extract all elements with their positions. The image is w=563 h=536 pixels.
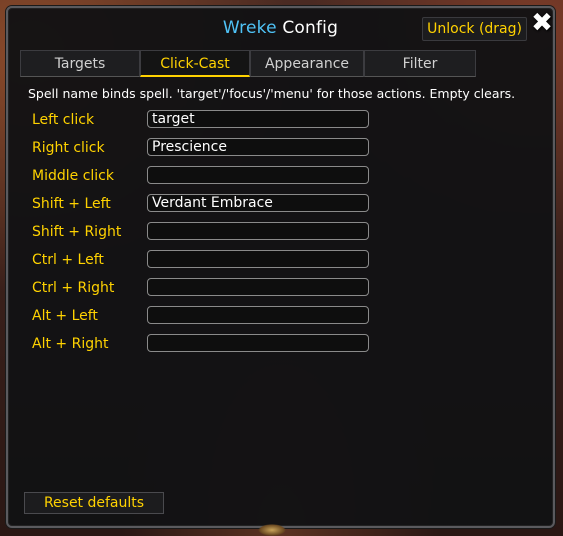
title-addon-name: Wreke xyxy=(222,18,277,38)
close-icon[interactable]: ✖ xyxy=(529,10,555,36)
title-bar[interactable]: Wreke Config Unlock (drag) ✖ xyxy=(8,8,553,44)
binding-label: Alt + Right xyxy=(32,336,109,352)
binding-label: Right click xyxy=(32,140,105,156)
binding-label: Ctrl + Left xyxy=(32,252,104,268)
reset-defaults-button[interactable]: Reset defaults xyxy=(24,492,164,514)
unlock-drag-button[interactable]: Unlock (drag) xyxy=(422,17,527,41)
config-window: Wreke Config Unlock (drag) ✖ Targets Cli… xyxy=(6,6,555,528)
tab-bar: Targets Click-Cast Appearance Filter xyxy=(20,50,542,78)
tab-filter[interactable]: Filter xyxy=(364,50,476,77)
binding-label: Left click xyxy=(32,112,95,128)
binding-label: Ctrl + Right xyxy=(32,280,115,296)
binding-input[interactable] xyxy=(147,110,369,128)
title-config-word: Config xyxy=(282,18,339,38)
tab-click-cast[interactable]: Click-Cast xyxy=(140,50,250,77)
tab-targets[interactable]: Targets xyxy=(20,50,140,77)
binding-input[interactable] xyxy=(147,250,369,268)
binding-input[interactable] xyxy=(147,166,369,184)
binding-input[interactable] xyxy=(147,194,369,212)
binding-input[interactable] xyxy=(147,334,369,352)
binding-input[interactable] xyxy=(147,138,369,156)
click-cast-description: Spell name binds spell. 'target'/'focus'… xyxy=(28,86,516,101)
binding-label: Middle click xyxy=(32,168,114,184)
binding-input[interactable] xyxy=(147,278,369,296)
binding-input[interactable] xyxy=(147,306,369,324)
frame-ornament xyxy=(258,524,286,536)
binding-input[interactable] xyxy=(147,222,369,240)
binding-label: Alt + Left xyxy=(32,308,98,324)
binding-label: Shift + Left xyxy=(32,196,111,212)
tab-appearance[interactable]: Appearance xyxy=(250,50,364,77)
binding-label: Shift + Right xyxy=(32,224,122,240)
